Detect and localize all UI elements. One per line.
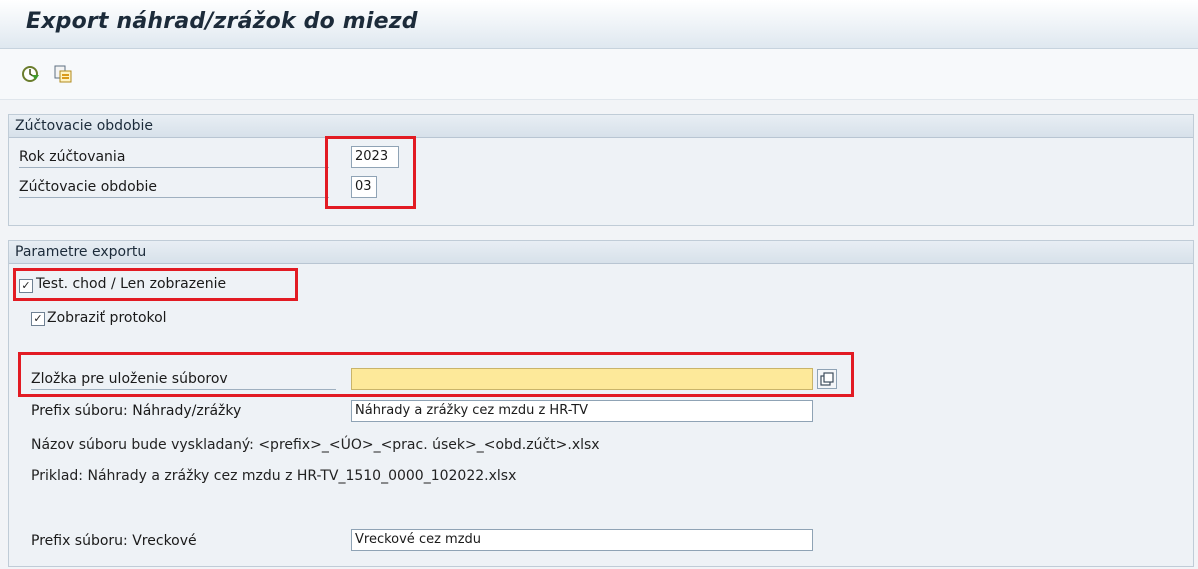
year-input[interactable]: 2023	[351, 146, 399, 168]
example-info-text: Priklad: Náhrady a zrážky cez mzdu z HR-…	[31, 468, 517, 484]
period-label: Zúčtovacie obdobie	[19, 179, 329, 198]
folder-browse-icon[interactable]	[817, 369, 837, 389]
folder-label: Zložka pre uloženie súborov	[31, 371, 336, 390]
application-toolbar	[0, 49, 1198, 100]
test-run-checkbox[interactable]: ✓	[19, 279, 33, 293]
export-parameters-group-header: Parametre exportu	[9, 241, 1193, 264]
prefix-compensation-label: Prefix súboru: Náhrady/zrážky	[31, 403, 242, 419]
page-title: Export náhrad/zrážok do miezd	[26, 9, 418, 34]
settlement-period-group: Zúčtovacie obdobie	[8, 114, 1194, 226]
settlement-period-group-header: Zúčtovacie obdobie	[9, 115, 1193, 138]
test-run-label: Test. chod / Len zobrazenie	[36, 276, 227, 292]
filename-info-text: Názov súboru bude vyskladaný: <prefix>_<…	[31, 437, 600, 453]
year-label: Rok zúčtovania	[19, 149, 329, 168]
get-variant-icon[interactable]	[52, 63, 74, 85]
prefix-pocket-label: Prefix súboru: Vreckové	[31, 533, 197, 549]
folder-input[interactable]	[351, 368, 813, 390]
show-log-label: Zobraziť protokol	[47, 310, 167, 326]
show-log-checkbox[interactable]: ✓	[31, 312, 45, 326]
prefix-compensation-input[interactable]: Náhrady a zrážky cez mzdu z HR-TV	[351, 400, 813, 422]
period-input[interactable]: 03	[351, 176, 377, 198]
title-bar: Export náhrad/zrážok do miezd	[0, 0, 1198, 49]
execute-clock-icon[interactable]	[20, 63, 42, 85]
prefix-pocket-input[interactable]: Vreckové cez mzdu	[351, 529, 813, 551]
